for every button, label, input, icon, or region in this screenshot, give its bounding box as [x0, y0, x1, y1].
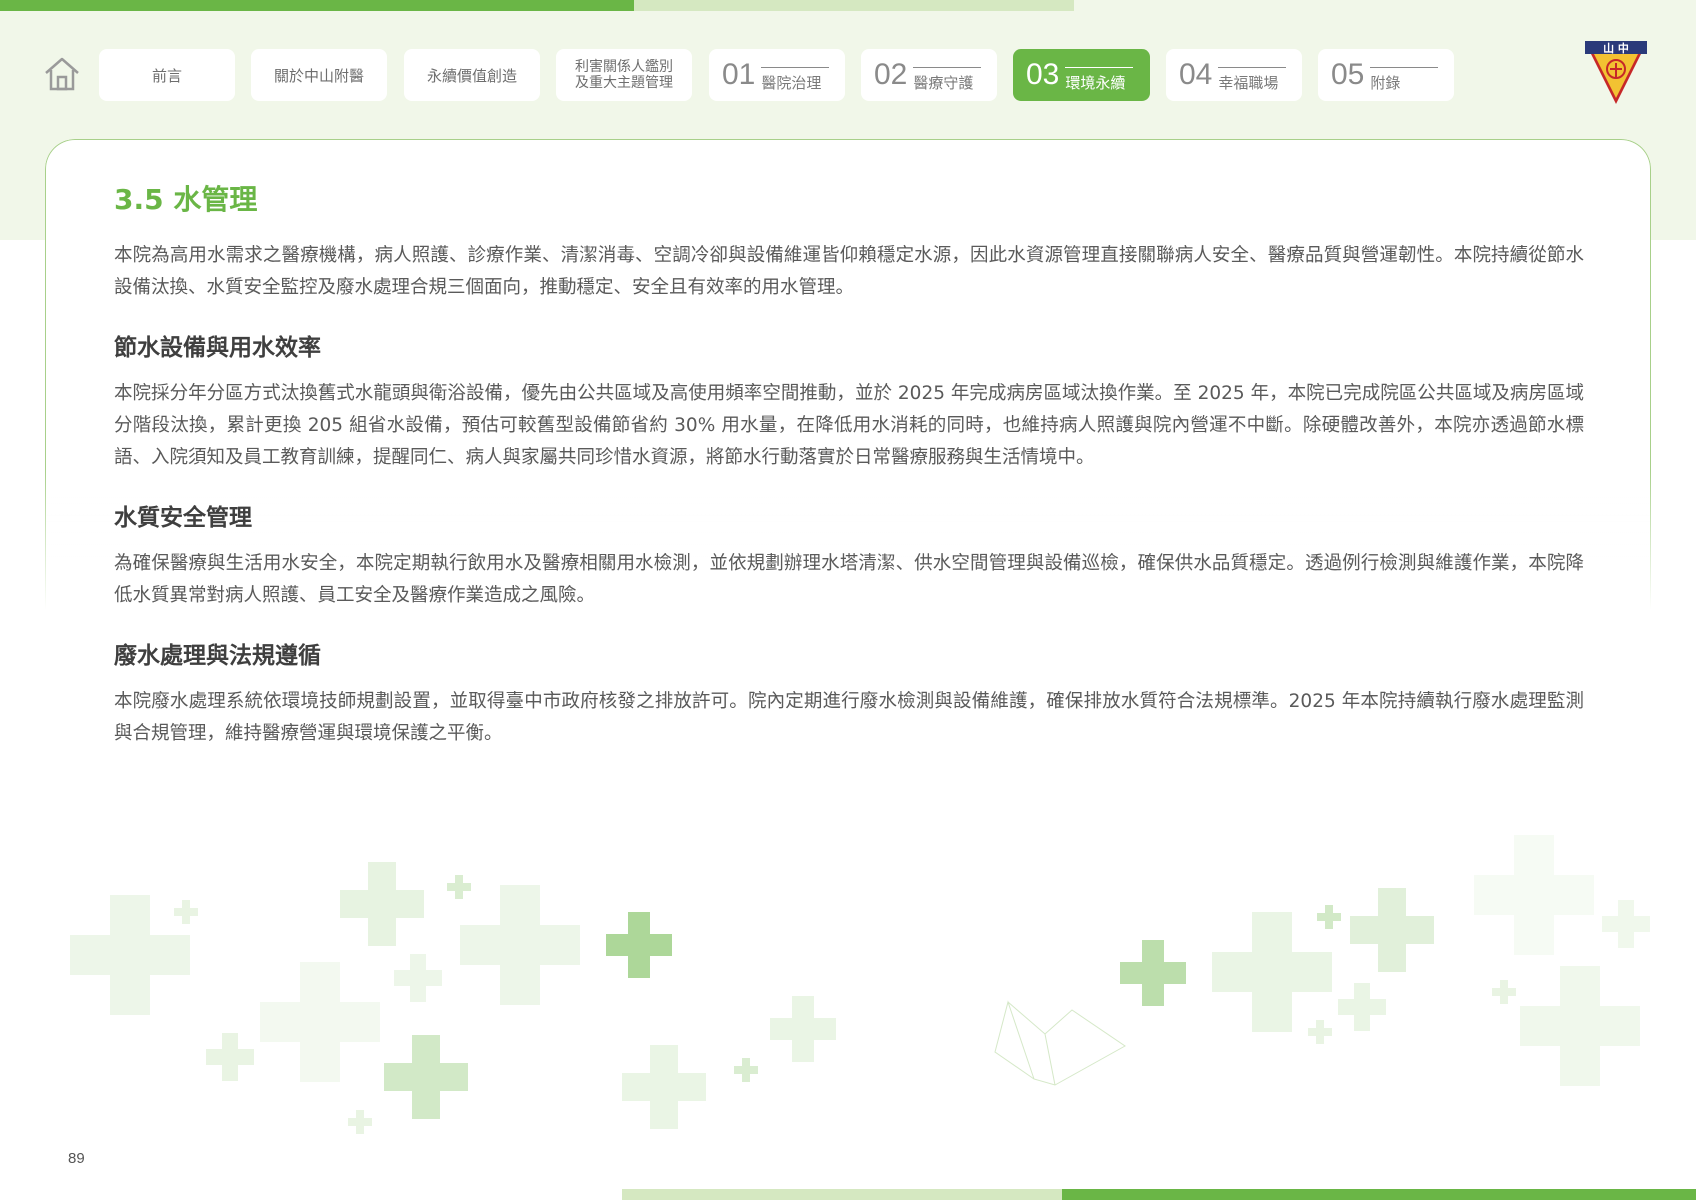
main-content: 3.5 水管理 本院為高用水需求之醫療機構，病人照護、診療作業、清潔消毒、空調冷…	[114, 178, 1584, 750]
tab-number: 05	[1331, 58, 1365, 91]
tab-label-line1: 利害關係人鑑別	[575, 59, 673, 75]
tab-governance[interactable]: 01 醫院治理	[709, 49, 845, 101]
tab-label: 環境永續	[1065, 67, 1134, 93]
tab-label: 永續價值創造	[426, 66, 517, 85]
cross-icon	[1492, 980, 1516, 1004]
cross-icon	[1350, 888, 1434, 972]
cross-icon	[460, 885, 580, 1005]
home-icon	[45, 57, 79, 91]
section-heading-water-quality: 水質安全管理	[114, 505, 252, 531]
page-title: 3.5 水管理	[114, 183, 258, 216]
tab-number: 03	[1026, 58, 1060, 91]
tab-label: 醫院治理	[761, 67, 830, 93]
tab-number: 01	[722, 58, 756, 91]
tab-sustainable-value[interactable]: 永續價值創造	[404, 49, 540, 101]
hospital-logo: 山 中	[1585, 41, 1647, 104]
tab-label: 關於中山附醫	[273, 66, 364, 85]
home-button[interactable]	[42, 54, 82, 94]
tab-label: 前言	[151, 66, 182, 85]
bottom-accent-bar	[1062, 1189, 1696, 1200]
cross-icon	[1520, 966, 1640, 1086]
section-body-wastewater: 本院廢水處理系統依環境技師規劃設置，並取得臺中市政府核發之排放許可。院內定期進行…	[114, 691, 1584, 744]
tab-label: 醫療守護	[913, 67, 982, 93]
cross-icon	[394, 954, 442, 1002]
cross-icon	[1474, 835, 1594, 955]
tab-number: 04	[1179, 58, 1213, 91]
section-body-water-quality: 為確保醫療與生活用水安全，本院定期執行飲用水及醫療相關用水檢測，並依規劃辦理水塔…	[114, 553, 1584, 606]
cross-icon	[340, 862, 424, 946]
tab-label-line2: 及重大主題管理	[575, 75, 673, 91]
tab-environment[interactable]: 03 環境永續	[1013, 49, 1150, 101]
cross-icon	[70, 895, 190, 1015]
tab-preface[interactable]: 前言	[99, 49, 235, 101]
cross-icon	[1308, 1020, 1332, 1044]
bottom-accent-bar-light	[622, 1189, 1062, 1200]
cross-icon	[1120, 940, 1186, 1006]
top-accent-bar-light	[634, 0, 1074, 11]
tab-appendix[interactable]: 05 附錄	[1318, 49, 1454, 101]
decorative-crosses	[70, 835, 1650, 1134]
cross-icon	[206, 1033, 254, 1081]
tab-stakeholders[interactable]: 利害關係人鑑別 及重大主題管理	[556, 49, 692, 101]
top-accent-bar	[0, 0, 634, 11]
cross-icon	[770, 996, 836, 1062]
section-body-water-saving: 本院採分年分區方式汰換舊式水龍頭與衛浴設備，優先由公共區域及高使用頻率空間推動，…	[114, 383, 1584, 468]
tab-label: 附錄	[1370, 67, 1439, 93]
tab-label: 幸福職場	[1218, 67, 1287, 93]
tab-workplace[interactable]: 04 幸福職場	[1166, 49, 1302, 101]
intro-paragraph: 本院為高用水需求之醫療機構，病人照護、診療作業、清潔消毒、空調冷卻與設備維運皆仰…	[114, 245, 1584, 298]
cross-icon	[622, 1045, 706, 1129]
cross-icon	[1338, 983, 1386, 1031]
cross-icon	[348, 1110, 372, 1134]
cross-icon	[734, 1058, 758, 1082]
cross-icon	[447, 875, 471, 899]
section-heading-wastewater: 廢水處理與法規遵循	[114, 643, 321, 669]
cross-icon	[174, 900, 198, 924]
section-heading-water-saving: 節水設備與用水效率	[114, 335, 321, 361]
tab-about[interactable]: 關於中山附醫	[251, 49, 387, 101]
logo-text: 山 中	[1603, 41, 1629, 55]
tab-number: 02	[874, 58, 908, 91]
cross-icon	[1317, 905, 1341, 929]
cross-icon	[606, 912, 672, 978]
tab-medical-care[interactable]: 02 醫療守護	[861, 49, 997, 101]
page-number: 89	[68, 1150, 85, 1167]
cross-icon	[1602, 900, 1650, 948]
cross-icon	[260, 962, 380, 1082]
cross-icon	[384, 1035, 468, 1119]
cross-icon	[1212, 912, 1332, 1032]
